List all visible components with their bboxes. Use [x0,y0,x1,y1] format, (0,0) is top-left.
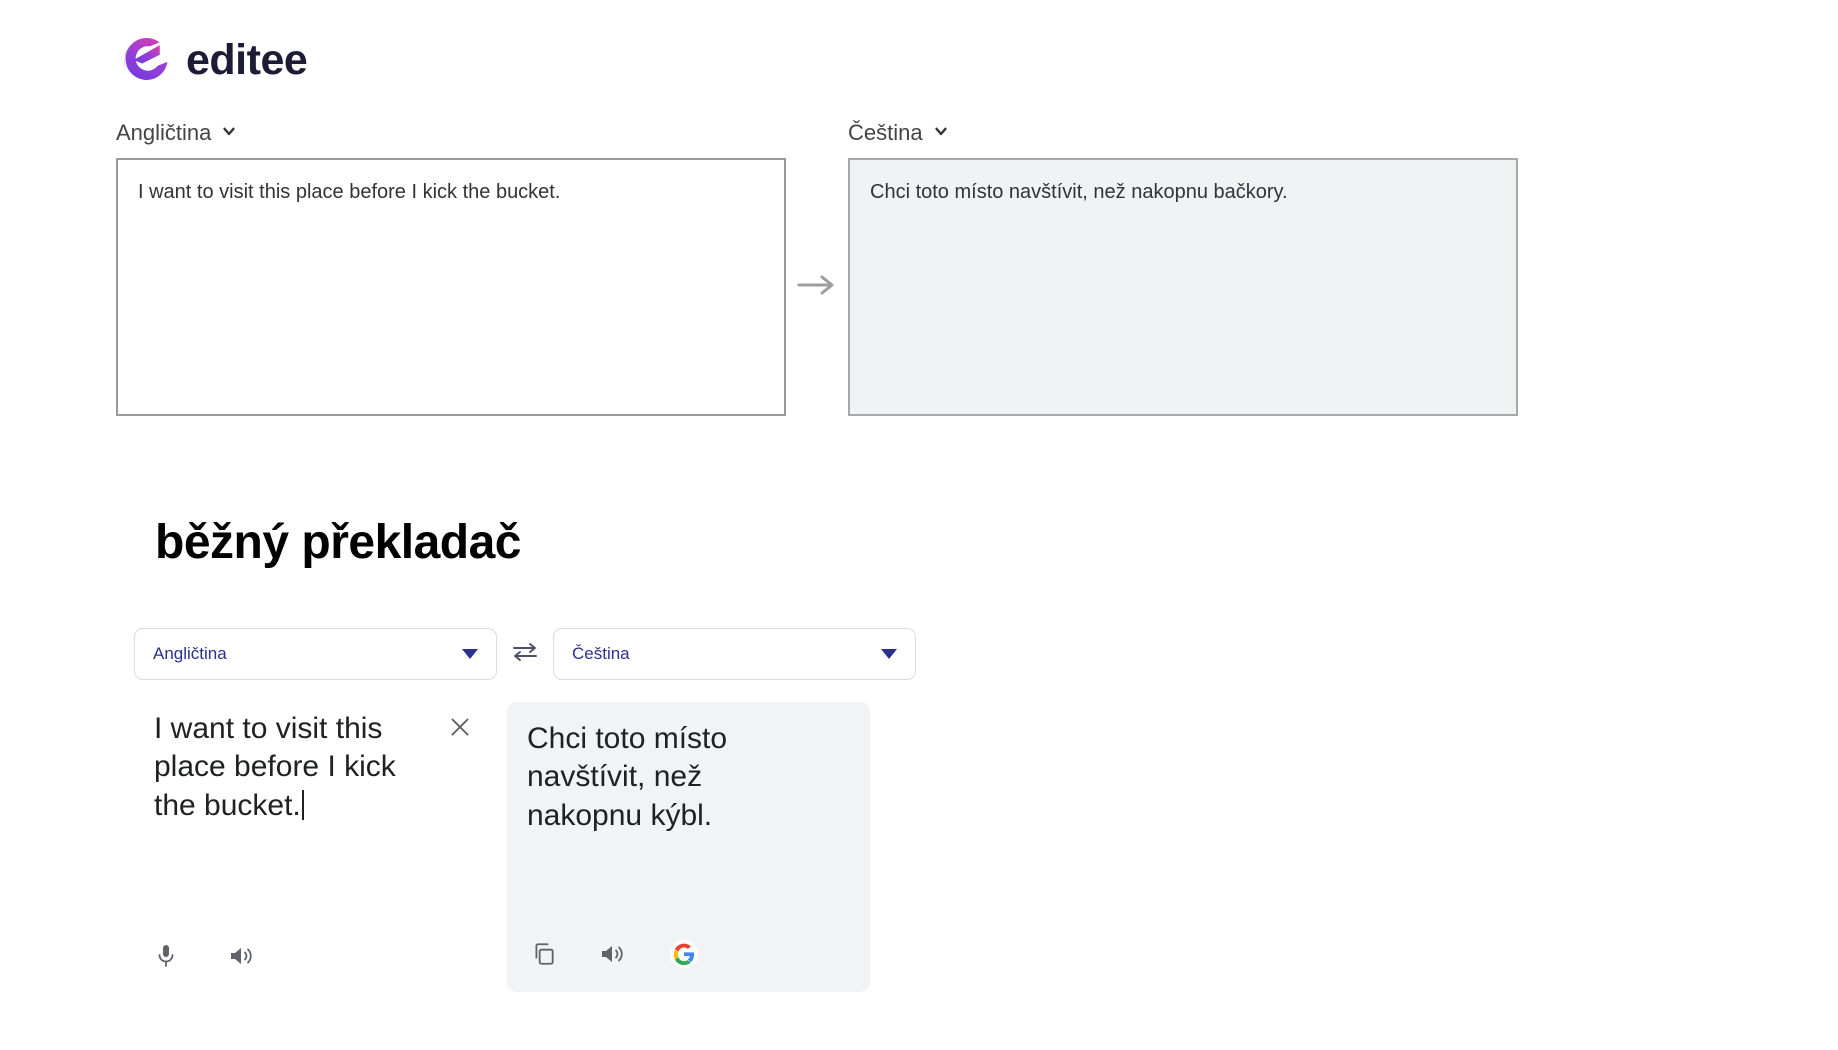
google-translate-body: I want to visit this place before I kick… [134,702,954,992]
editee-e-logo-icon [116,32,172,88]
close-x-icon [447,718,473,744]
translation-direction-indicator [786,158,848,416]
google-source-language-value: Angličtina [153,644,227,663]
google-clear-button[interactable] [447,714,473,740]
editee-source-language-selector[interactable]: Angličtina [116,118,786,148]
chevron-down-icon [932,120,950,146]
page-root: editee Angličtina Čeština I want to visi… [0,0,1838,1050]
google-g-icon[interactable] [669,939,699,974]
editee-panes: I want to visit this place before I kick… [116,158,1716,416]
speaker-icon[interactable] [599,942,627,971]
google-source-text-wrapper: I want to visit this place before I kick… [154,710,422,825]
google-source-area[interactable]: I want to visit this place before I kick… [134,702,497,992]
google-target-language-value: Čeština [572,644,630,663]
google-target-actions [531,939,699,974]
editee-language-labels: Angličtina Čeština [116,118,1716,148]
google-language-selectors: Angličtina Čeština [134,628,954,680]
copy-icon[interactable] [531,941,557,972]
text-caret [301,789,304,820]
google-swap-languages-button[interactable] [497,641,553,668]
google-source-language-select[interactable]: Angličtina [134,628,497,680]
google-target-language-select[interactable]: Čeština [553,628,916,680]
speaker-icon[interactable] [228,944,256,973]
chevron-down-icon [220,120,238,146]
google-target-text: Chci toto místo navštívit, než nakopnu k… [527,722,728,832]
brand-name: editee [186,35,308,84]
google-translate-widget: Angličtina Čeština I want to visit this … [134,628,954,992]
google-source-text: I want to visit this place before I kick… [154,712,405,822]
editee-source-language-label: Angličtina [116,120,212,145]
editee-target-language-label: Čeština [848,120,923,145]
google-target-area: Chci toto místo navštívit, než nakopnu k… [507,702,870,992]
brand-logo: editee [116,32,308,88]
editee-target-output: Chci toto místo navštívit, než nakopnu b… [848,158,1518,416]
editee-source-textarea[interactable]: I want to visit this place before I kick… [116,158,786,416]
editee-translator: Angličtina Čeština I want to visit this … [116,118,1716,416]
editee-target-language-selector[interactable]: Čeština [848,118,950,148]
section-heading: běžný překladač [155,516,522,569]
swap-horizontal-icon [511,641,539,668]
google-source-actions [154,943,256,974]
triangle-down-icon [462,644,478,664]
triangle-down-icon [881,644,897,664]
microphone-icon[interactable] [154,943,178,974]
editee-target-text: Chci toto místo navštívit, než nakopnu b… [870,181,1288,203]
arrow-right-icon [796,273,838,302]
editee-source-text: I want to visit this place before I kick… [138,181,561,203]
